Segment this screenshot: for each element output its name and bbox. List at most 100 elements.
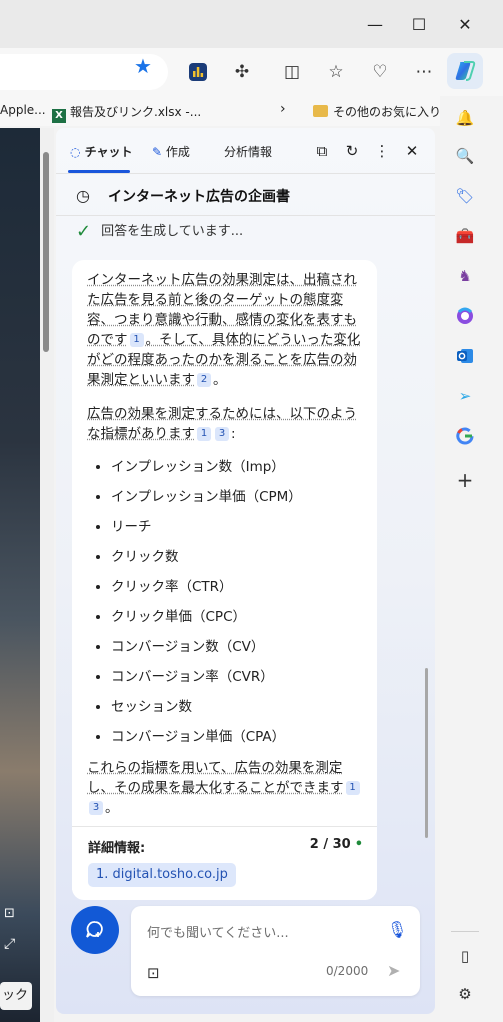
bookmark-label: 報告及びリンク.xlsx -... — [70, 105, 202, 119]
pane-scrollbar-thumb[interactable] — [425, 668, 428, 838]
title-bar: — ☐ ✕ — [0, 0, 503, 48]
copilot-icon — [455, 61, 476, 81]
generation-status: ✓ 回答を生成しています... — [76, 220, 243, 242]
character-count: 0/2000 — [326, 964, 369, 978]
browser-essentials-icon[interactable]: ♡ — [366, 58, 394, 86]
list-item: クリック率（CTR） — [111, 572, 362, 602]
minimize-icon: — — [367, 14, 383, 34]
bookmark-item-other-favorites[interactable]: その他のお気に入り — [313, 103, 441, 120]
list-item: コンバージョン数（CV） — [111, 632, 362, 662]
bookmarks-bar: Apple... X 報告及びリンク.xlsx -... › その他のお気に入り — [0, 96, 441, 126]
tab-compose[interactable]: ✎ 作成 — [152, 143, 190, 160]
bookmark-item[interactable]: Apple... — [0, 103, 46, 117]
page-button[interactable]: ック — [0, 982, 32, 1010]
favorites-list-icon[interactable]: ☆ — [322, 58, 350, 86]
favorite-star-icon[interactable]: ★ — [134, 54, 152, 78]
extensions-puzzle-icon[interactable]: ✣ — [228, 58, 256, 86]
list-item: インプレッション数（Imp） — [111, 452, 362, 482]
answer-paragraph: これらの指標を用いて、広告の効果を測定し、その成果を最大化することができます 1 3… — [87, 758, 362, 818]
details-section: 詳細情報: 2 / 30 • 1. digital.tosho.co.jp — [72, 826, 377, 890]
bell-icon[interactable]: 🔔 — [453, 106, 477, 130]
citation-badge[interactable]: 3 — [215, 427, 229, 441]
minimize-button[interactable]: — — [352, 0, 398, 48]
answer-text: : — [231, 426, 236, 442]
open-in-new-tab-icon[interactable]: ⧉ — [312, 141, 332, 161]
split-screen-icon[interactable]: ◫ — [278, 58, 306, 86]
history-icon[interactable]: ◷ — [76, 186, 90, 205]
citation-badge[interactable]: 1 — [129, 333, 144, 347]
maximize-icon: ☐ — [411, 14, 427, 34]
metrics-list: インプレッション数（Imp） インプレッション単価（CPM） リーチ クリック数… — [87, 452, 362, 752]
extension-chart-icon[interactable] — [184, 58, 212, 86]
new-chat-icon — [86, 921, 103, 938]
list-item: コンバージョン単価（CPA） — [111, 722, 362, 752]
status-text: 回答を生成しています... — [101, 224, 244, 239]
add-icon[interactable]: + — [453, 468, 477, 492]
settings-gear-icon[interactable]: ⚙ — [453, 982, 477, 1006]
list-item: インプレッション単価（CPM） — [111, 482, 362, 512]
image-icon[interactable]: ⊡ — [4, 906, 15, 921]
tab-label: チャット — [84, 145, 133, 159]
microsoft-365-icon[interactable] — [453, 304, 477, 328]
telegram-send-icon[interactable]: ➢ — [453, 384, 477, 408]
conversation-header: ◷ インターネット広告の企画書 — [56, 174, 435, 216]
bookmark-label: その他のお気に入り — [333, 105, 442, 119]
compose-icon: ✎ — [152, 145, 163, 159]
close-icon: ✕ — [458, 14, 472, 34]
list-item: リーチ — [111, 512, 362, 542]
games-icon[interactable]: ♞ — [453, 264, 477, 288]
citation-badge[interactable]: 3 — [89, 801, 103, 815]
answer-text: 。 — [213, 372, 227, 388]
page-scrollbar-thumb[interactable] — [43, 152, 49, 352]
shopping-tag-icon[interactable]: 🏷 — [453, 184, 477, 208]
bookmark-item-excel[interactable]: X 報告及びリンク.xlsx -... — [52, 103, 201, 123]
chat-input[interactable]: 何でも聞いてください... — [147, 922, 289, 941]
answer-paragraph: 広告の効果を測定するためには、以下のような指標があります 1 3: — [87, 404, 362, 444]
toolbox-icon[interactable]: 🧰 — [453, 224, 477, 248]
tab-chat[interactable]: ◌ チャット — [70, 143, 133, 160]
checkmark-icon: ✓ — [76, 221, 92, 242]
list-item: クリック単価（CPC） — [111, 602, 362, 632]
microphone-icon[interactable]: 🎙 — [387, 920, 407, 939]
toolbar: ★ ✣ ◫ ☆ ♡ ⋯ — [0, 48, 503, 96]
close-window-button[interactable]: ✕ — [442, 0, 488, 48]
status-dot-icon: • — [354, 837, 363, 852]
citation-badge[interactable]: 2 — [197, 373, 211, 387]
more-options-icon[interactable]: ⋮ — [372, 141, 392, 161]
tab-label: 分析情報 — [224, 145, 273, 159]
list-item: セッション数 — [111, 692, 362, 722]
send-icon[interactable]: ➤ — [387, 961, 400, 980]
close-pane-icon[interactable]: ✕ — [402, 141, 422, 161]
more-menu-icon[interactable]: ⋯ — [410, 58, 438, 86]
tab-insights[interactable]: 分析情報 — [224, 143, 272, 160]
copilot-tab-bar: ◌ チャット ✎ 作成 分析情報 ⧉ ↻ ⋮ ✕ — [56, 128, 435, 174]
expand-icon[interactable]: ⤢ — [4, 936, 15, 952]
copilot-button[interactable] — [447, 53, 483, 89]
chat-input-box[interactable]: 何でも聞いてください... 🎙 ⊡ 0/2000 ➤ — [131, 906, 420, 996]
tab-label: 作成 — [165, 145, 190, 159]
sidebar-divider — [451, 931, 479, 932]
answer-text: 。 — [105, 800, 119, 816]
screenshot-icon[interactable]: ⊡ — [147, 964, 160, 982]
details-label: 詳細情報: — [88, 841, 146, 856]
conversation-title: インターネット広告の企画書 — [108, 189, 290, 205]
copilot-pane: ◌ チャット ✎ 作成 分析情報 ⧉ ↻ ⋮ ✕ ◷ インターネット広告の企画書… — [56, 128, 435, 1014]
maximize-button[interactable]: ☐ — [396, 0, 442, 48]
citation-badge[interactable]: 1 — [345, 781, 360, 795]
list-item: クリック数 — [111, 542, 362, 572]
new-topic-button[interactable] — [71, 906, 119, 954]
citation-badge[interactable]: 1 — [197, 427, 211, 441]
outlook-icon[interactable] — [453, 344, 477, 368]
google-icon[interactable] — [453, 424, 477, 448]
edge-sidebar: 🔔 🔍 🏷 🧰 ♞ ➢ + ▯ ⚙ — [441, 96, 503, 1022]
answer-paragraph: インターネット広告の効果測定は、出稿された広告を見る前と後のターゲットの態度変容… — [87, 270, 362, 390]
source-link[interactable]: 1. digital.tosho.co.jp — [88, 863, 236, 887]
excel-icon: X — [52, 109, 66, 123]
bookmarks-overflow-chevron-icon[interactable]: › — [280, 101, 286, 117]
folder-icon — [313, 105, 328, 117]
refresh-icon[interactable]: ↻ — [342, 141, 362, 161]
page-content-area — [0, 128, 40, 1022]
search-icon[interactable]: 🔍 — [453, 144, 477, 168]
hide-sidebar-icon[interactable]: ▯ — [453, 944, 477, 968]
active-tab-indicator — [68, 170, 130, 173]
